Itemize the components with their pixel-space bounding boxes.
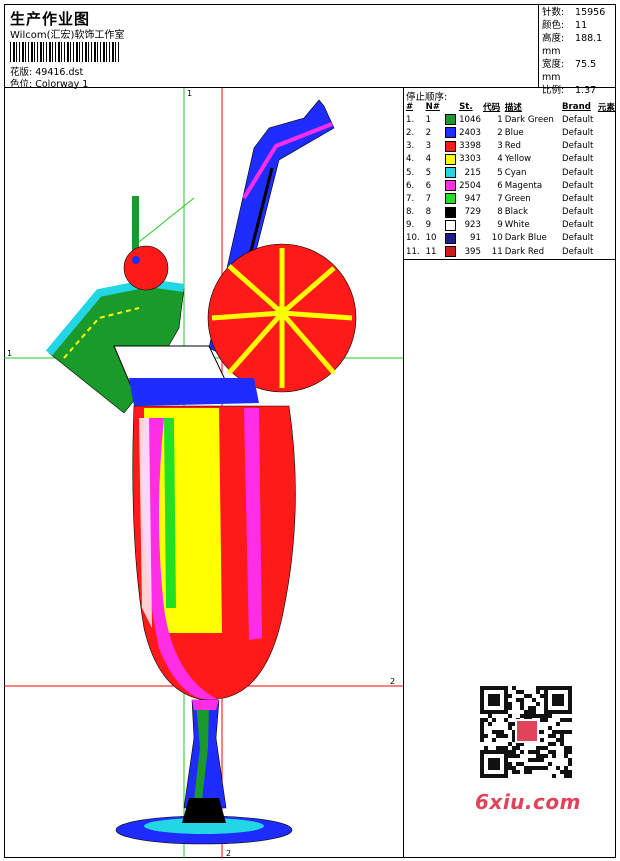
qr-finder [488, 758, 500, 770]
stitches-row: 针数: 15956 [542, 7, 606, 18]
table-row: 4. 4 3303 4 Yellow Default [406, 153, 594, 165]
color-swatch [445, 167, 457, 179]
glass-green-stripe [164, 418, 176, 608]
qr-logo [515, 719, 539, 743]
base-shadow [182, 798, 226, 823]
color-swatch [445, 153, 457, 165]
header-info: 生产作业图 Wilcom(汇宏)软饰工作室 花版: 49416.dst 色位: … [4, 4, 539, 90]
color-swatch [445, 180, 457, 192]
cherry [123, 245, 169, 291]
embroidery-design: 1 1 2 2 [4, 88, 403, 858]
table-row: 2. 2 2403 2 Blue Default [406, 127, 594, 139]
qr-code [470, 680, 586, 785]
table-row: 8. 8 729 8 Black Default [406, 206, 594, 218]
height-row: 高度: 188.1 mm [542, 33, 603, 57]
stop-sequence-table: # N# St. 代码 描述 Brand 元素 1. 1 1046 1 Dark Gre… [405, 100, 616, 258]
qr-finder [488, 694, 500, 706]
color-swatch [445, 193, 457, 205]
qr-finder [552, 694, 564, 706]
table-row: 11. 11 395 11 Dark Red Default [406, 246, 594, 258]
watermark-logo: 6xiu.com [475, 790, 581, 814]
color-swatch [445, 246, 457, 258]
color-swatch [445, 206, 457, 218]
stop-sequence-panel: 停止顺序: # N# St. 代码 描述 Brand 元素 1. 1 1046 1 Da… [404, 88, 616, 260]
color-swatch [445, 140, 457, 152]
table-row: 3. 3 3398 3 Red Default [406, 140, 594, 152]
guide-label-v1: 1 [187, 89, 192, 98]
color-swatch [445, 232, 457, 244]
table-row: 9. 9 923 9 White Default [406, 219, 594, 231]
glass-band [129, 378, 259, 406]
stop-sequence-rows: 1. 1 1046 1 Dark Green Default 2. 2 2403 2 Blue Def… [405, 113, 616, 258]
table-header-row: # N# St. 代码 描述 Brand 元素 [406, 101, 615, 113]
color-swatch [445, 114, 457, 126]
table-row: 6. 6 2504 6 Magenta Default [406, 180, 594, 192]
table-row: 1. 1 1046 1 Dark Green Default [406, 114, 594, 126]
guide-label-h1: 1 [7, 349, 12, 358]
width-row: 宽度: 75.5 mm [542, 59, 597, 83]
color-swatch [445, 219, 457, 231]
table-row: 5. 5 215 5 Cyan Default [406, 167, 594, 179]
barcode [10, 42, 120, 62]
table-row: 7. 7 947 7 Green Default [406, 193, 594, 205]
guide-label-v2: 2 [226, 849, 231, 858]
guide-diagonal [133, 197, 195, 247]
table-row: 10. 10 91 10 Dark Blue Default [406, 232, 594, 244]
colors-row: 颜色: 11 [542, 20, 588, 31]
cherry-stem [132, 196, 139, 256]
umbrella-center [275, 306, 289, 320]
design-preview: 1 1 2 2 [4, 88, 404, 858]
stem-top [192, 700, 219, 710]
stats-panel: 针数: 15956 颜色: 11 高度: 188.1 mm 宽度: 75.5 m… [539, 4, 616, 96]
cherry-highlight [132, 256, 140, 264]
color-swatch [445, 127, 457, 139]
guide-label-h2: 2 [390, 677, 395, 686]
company-name: Wilcom(汇宏)软饰工作室 [10, 30, 125, 41]
